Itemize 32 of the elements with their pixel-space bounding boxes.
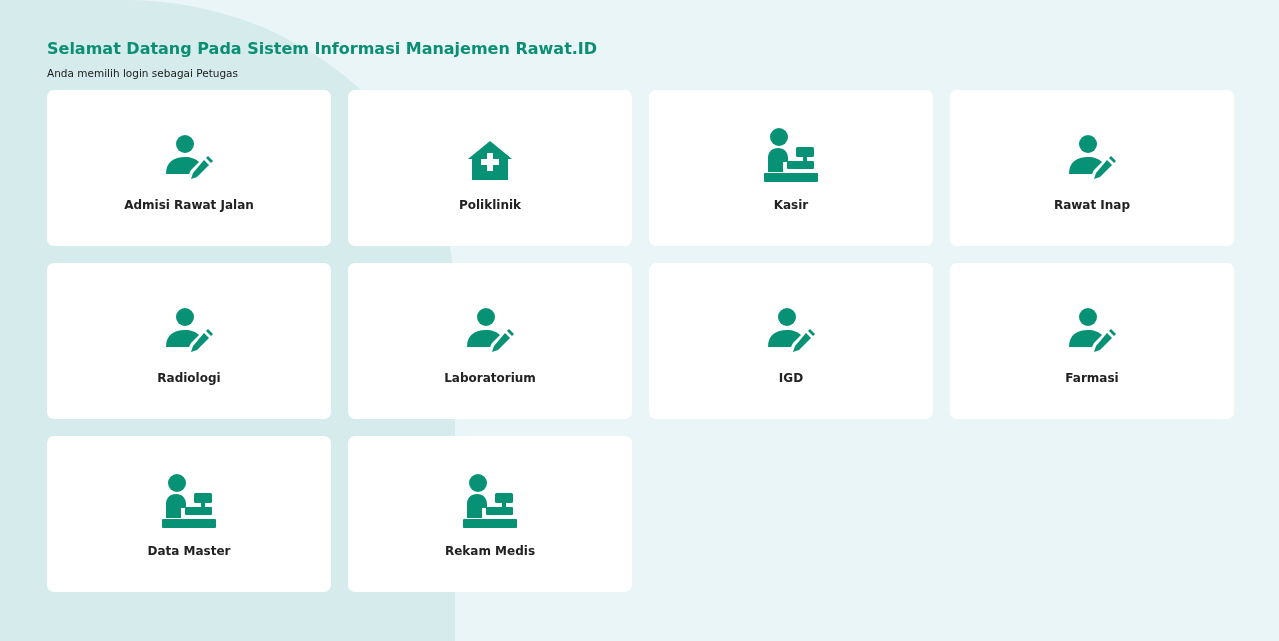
module-card[interactable]: Radiologi bbox=[47, 263, 331, 419]
module-card[interactable]: Rawat Inap bbox=[950, 90, 1234, 246]
cashier-icon bbox=[162, 474, 216, 528]
module-label: Admisi Rawat Jalan bbox=[124, 198, 254, 212]
page-title: Selamat Datang Pada Sistem Informasi Manajemen Rawat.ID bbox=[47, 38, 599, 60]
module-label: Rawat Inap bbox=[1053, 198, 1131, 212]
module-label: Farmasi bbox=[1065, 371, 1119, 385]
module-card[interactable]: Kasir bbox=[649, 90, 933, 246]
user-pencil-icon bbox=[1067, 307, 1117, 355]
user-pencil-icon bbox=[164, 307, 214, 355]
user-pencil-icon bbox=[164, 134, 214, 182]
module-card[interactable]: IGD bbox=[649, 263, 933, 419]
user-pencil-icon bbox=[766, 307, 816, 355]
module-label: Laboratorium bbox=[444, 371, 536, 385]
module-card[interactable]: Data Master bbox=[47, 436, 331, 592]
module-card[interactable]: Farmasi bbox=[950, 263, 1234, 419]
module-card[interactable]: Rekam Medis bbox=[348, 436, 632, 592]
module-label: Data Master bbox=[147, 544, 231, 558]
module-label: Rekam Medis bbox=[444, 544, 536, 558]
module-label: IGD bbox=[778, 371, 804, 385]
module-label: Poliklinik bbox=[458, 198, 522, 212]
user-pencil-icon bbox=[1067, 134, 1117, 182]
cashier-icon bbox=[764, 128, 818, 182]
module-label: Kasir bbox=[773, 198, 809, 212]
module-card[interactable]: Laboratorium bbox=[348, 263, 632, 419]
cashier-icon bbox=[463, 474, 517, 528]
module-label: Radiologi bbox=[157, 371, 221, 385]
hospital-icon bbox=[467, 140, 513, 182]
module-card[interactable]: Admisi Rawat Jalan bbox=[47, 90, 331, 246]
page-subtitle: Anda memilih login sebagai Petugas bbox=[47, 66, 239, 80]
user-pencil-icon bbox=[465, 307, 515, 355]
module-card[interactable]: Poliklinik bbox=[348, 90, 632, 246]
